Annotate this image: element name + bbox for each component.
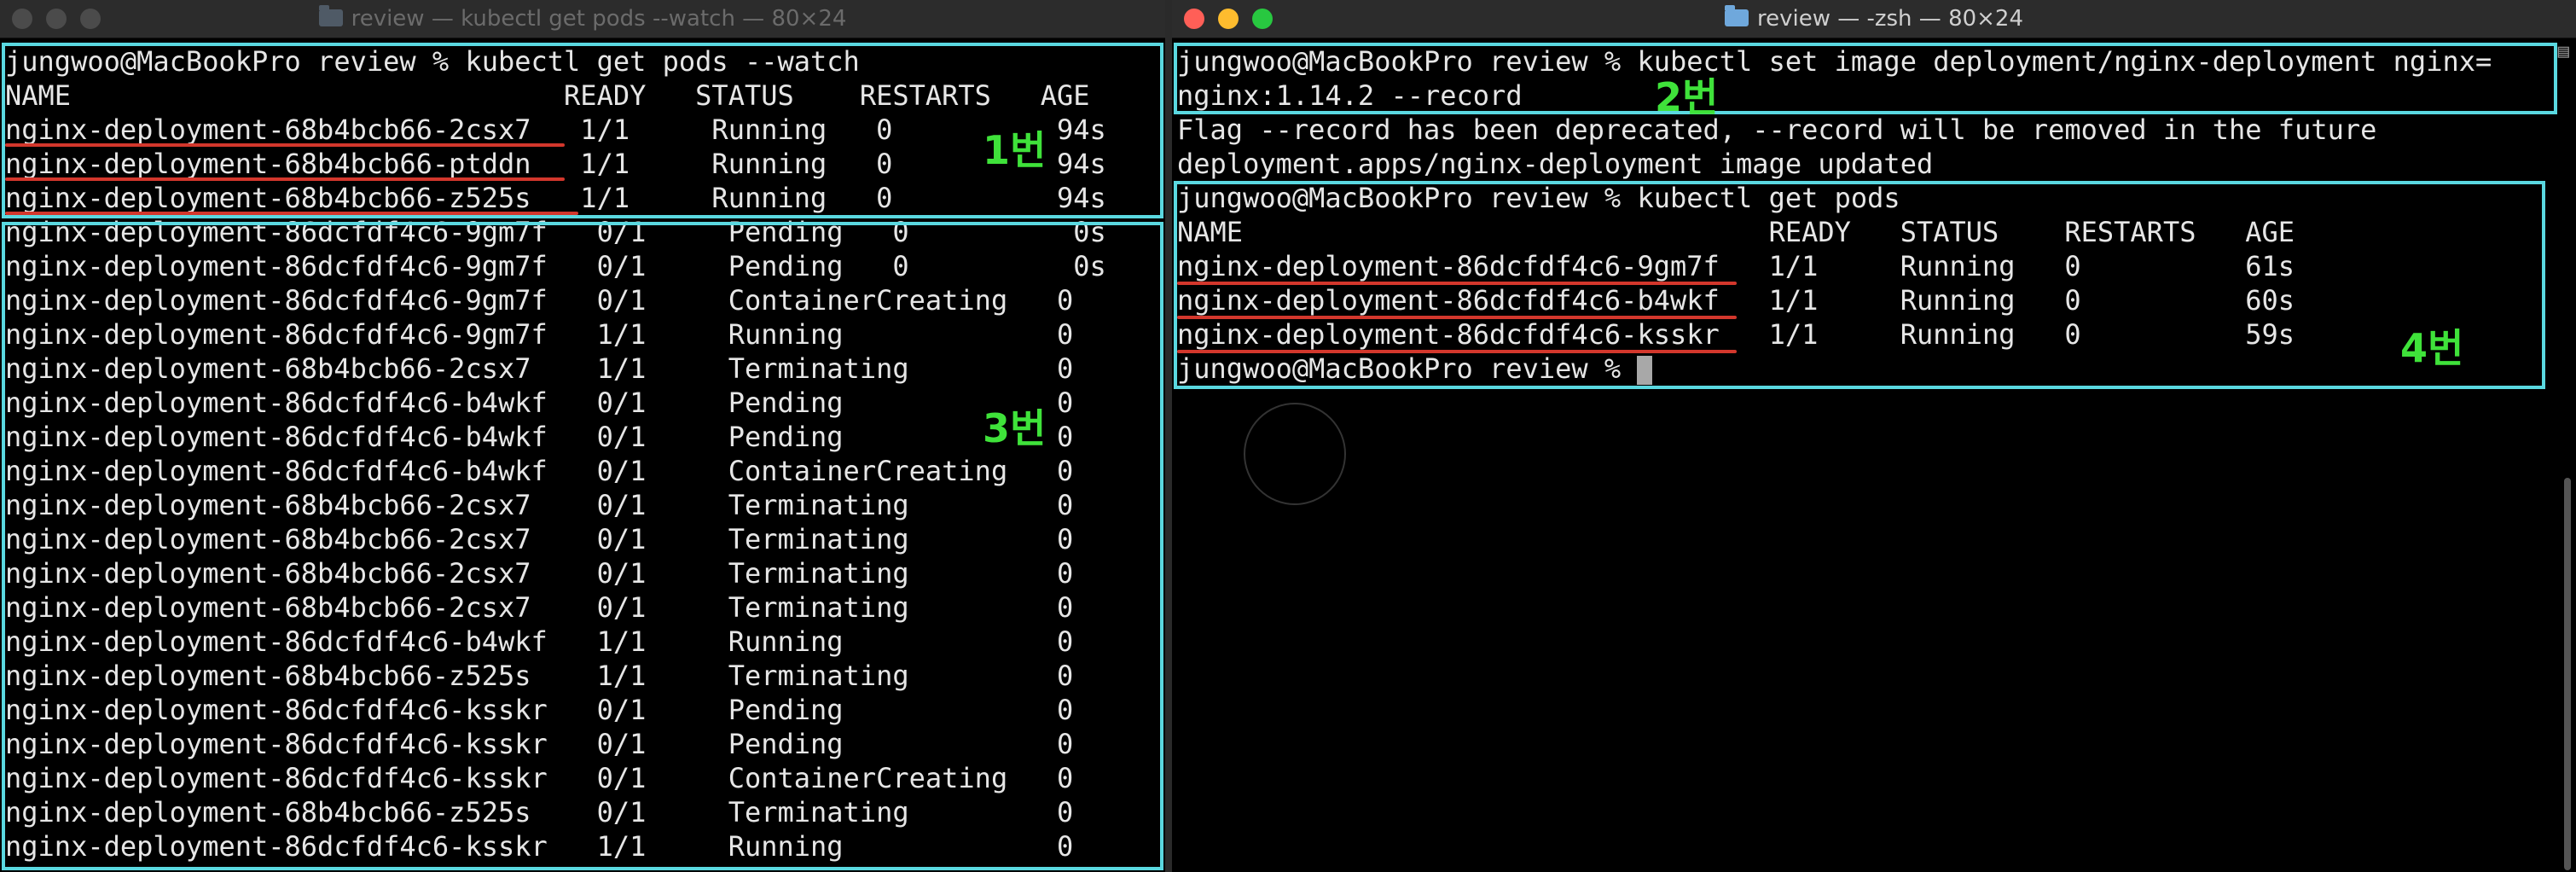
window-title-text: review — kubectl get pods --watch — 80×2… [351,6,847,32]
window-title-text: review — -zsh — 80×24 [1756,6,2024,32]
underline-row-9gm7f [1177,282,1737,285]
terminal-line: deployment.apps/nginx-deployment image u… [1177,147,1933,181]
annotation-label-2: 2번 [1655,74,1719,120]
pointer-highlight-circle [1244,403,1346,505]
highlight-box-2 [1174,43,2557,114]
highlight-box-3 [2,222,1163,870]
folder-icon [1724,4,1749,26]
scrollbar[interactable] [2564,478,2571,870]
zsh-terminal-window[interactable]: review — -zsh — 80×24 jungwoo@MacBookPro… [1172,0,2576,872]
left-titlebar[interactable]: review — kubectl get pods --watch — 80×2… [0,0,1165,38]
underline-row-2csx7 [5,143,565,147]
terminal-line-text: deployment.apps/nginx-deployment image u… [1177,148,1934,180]
annotation-label-1: 1번 [983,127,1047,173]
overflow-marker-icon: ▤ [2557,41,2569,62]
highlight-box-4 [1174,181,2545,389]
right-titlebar[interactable]: review — -zsh — 80×24 [1172,0,2576,38]
underline-row-b4wkf [1177,316,1737,319]
underline-row-ptddn [5,177,565,181]
folder-icon [318,4,343,26]
watch-terminal-window[interactable]: review — kubectl get pods --watch — 80×2… [0,0,1165,872]
terminal-line-text: Flag --record has been deprecated, --rec… [1177,113,2377,146]
annotation-label-4: 4번 [2400,325,2464,371]
underline-row-ksskr [1177,350,1737,353]
terminal-line: Flag --record has been deprecated, --rec… [1177,113,2376,147]
window-title: review — kubectl get pods --watch — 80×2… [0,0,1165,38]
window-title: review — -zsh — 80×24 [1172,0,2576,38]
annotation-label-3: 3번 [983,405,1047,451]
terminal-output[interactable]: jungwoo@MacBookPro review % kubectl set … [1172,41,2576,872]
window-separator [1165,0,1172,872]
underline-row-z525s [5,212,578,215]
